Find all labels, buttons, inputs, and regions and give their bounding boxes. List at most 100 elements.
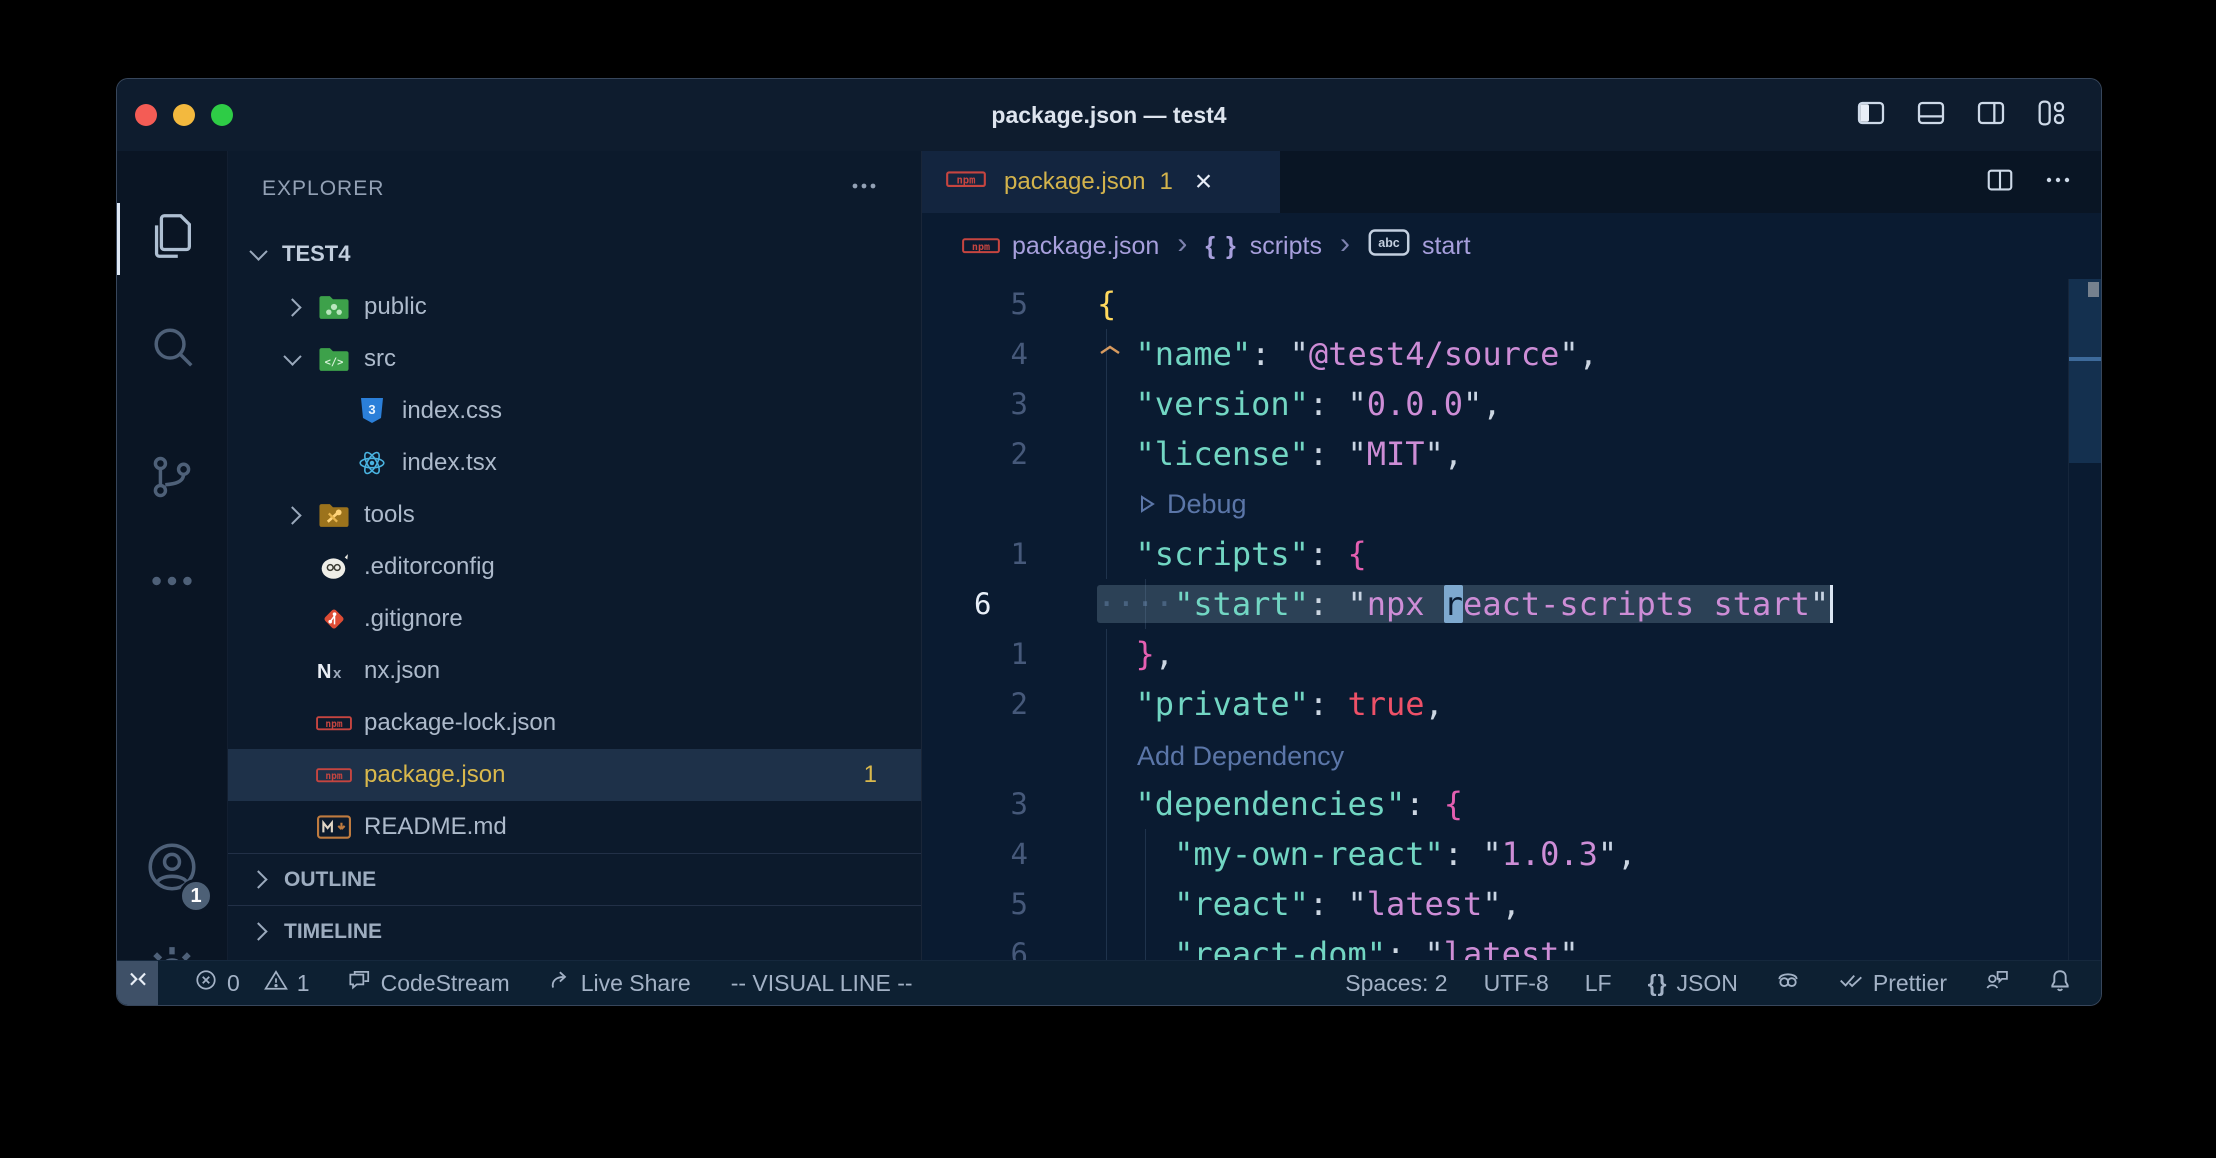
svg-text:npm: npm	[325, 719, 342, 730]
tab-package-json[interactable]: npm package.json 1 ×	[922, 151, 1280, 213]
remote-indicator[interactable]	[117, 961, 158, 1005]
notifications-status[interactable]	[2047, 967, 2073, 999]
code-line[interactable]: 1 },	[922, 629, 2101, 679]
code-line[interactable]: 2 "license": "MIT",	[922, 429, 2101, 479]
copilot-status[interactable]	[1774, 966, 1802, 1000]
indent-guide	[1106, 729, 1107, 779]
code-line[interactable]: 4 "my-own-react": "1.0.3",	[922, 829, 2101, 879]
tree-item--editorconfig[interactable]: .editorconfig	[228, 541, 921, 593]
explorer-actions-icon[interactable]	[851, 173, 877, 205]
code-line[interactable]: 3 "dependencies": {	[922, 779, 2101, 829]
titlebar: package.json — test4	[117, 79, 2101, 151]
tree-item-nx-json[interactable]: Nxnx.json	[228, 645, 921, 697]
line-number[interactable]: 3	[922, 779, 1097, 829]
chevron-separator: ›	[1173, 227, 1191, 265]
toggle-sidebar-icon[interactable]	[1855, 97, 1887, 129]
split-editor-icon[interactable]	[1985, 165, 2015, 200]
editor-more-actions-icon[interactable]	[2045, 167, 2071, 198]
line-number[interactable]: 6	[922, 579, 1097, 629]
sidebar-item-explorer[interactable]	[117, 189, 227, 289]
close-window-button[interactable]	[135, 104, 157, 126]
line-number[interactable]: 6	[922, 929, 1097, 960]
problems-badge: 1	[864, 761, 877, 789]
tree-item-package-lock-json[interactable]: npmpackage-lock.json	[228, 697, 921, 749]
sidebar-item-more[interactable]	[117, 533, 227, 633]
codelens-line[interactable]: Add Dependency	[922, 729, 2101, 779]
encoding-status[interactable]: UTF-8	[1484, 970, 1549, 997]
breadcrumb-scripts[interactable]: { } scripts	[1205, 232, 1322, 261]
tree-item-tools[interactable]: tools	[228, 489, 921, 541]
line-number[interactable]: 4	[922, 829, 1097, 879]
files-icon	[145, 210, 199, 269]
tree-item-public[interactable]: public	[228, 281, 921, 333]
toggle-panel-icon[interactable]	[1915, 97, 1947, 129]
section-label: OUTLINE	[284, 868, 376, 892]
line-number[interactable]	[922, 479, 1097, 529]
line-number[interactable]: 1	[922, 629, 1097, 679]
tree-item-readme-md[interactable]: README.md	[228, 801, 921, 853]
tree-item--gitignore[interactable]: .gitignore	[228, 593, 921, 645]
liveshare-status[interactable]: Live Share	[546, 967, 691, 999]
codelens-action[interactable]: Add Dependency	[1097, 731, 1344, 781]
zoom-window-button[interactable]	[211, 104, 233, 126]
indentation-status[interactable]: Spaces: 2	[1345, 970, 1447, 997]
editor-scrollbar[interactable]	[2068, 279, 2101, 960]
line-number[interactable]: 4	[922, 329, 1097, 379]
indent-guide	[1106, 629, 1107, 679]
prettier-status[interactable]: Prettier	[1838, 967, 1947, 999]
line-content: "private": true,	[1097, 679, 2101, 729]
play-icon	[1137, 492, 1157, 516]
code-line[interactable]: 5 "react": "latest",	[922, 879, 2101, 929]
code-line[interactable]: 6····"start": "npx react-scripts start"	[922, 579, 2101, 629]
problems-status[interactable]: 0 1	[194, 968, 310, 998]
file-label: .gitignore	[364, 605, 921, 633]
eol-status[interactable]: LF	[1585, 970, 1612, 997]
line-number[interactable]: 1	[922, 529, 1097, 579]
git-icon	[316, 604, 352, 634]
code-line[interactable]: 3 "version": "0.0.0",	[922, 379, 2101, 429]
sidebar-section-outline[interactable]: OUTLINE	[228, 853, 921, 905]
file-tree: TEST4public</>src3index.cssindex.tsxtool…	[228, 227, 921, 853]
sidebar-section-timeline[interactable]: TIMELINE	[228, 905, 921, 957]
feedback-icon	[1983, 966, 2011, 1000]
tree-item-package-json[interactable]: npmpackage.json1	[228, 749, 921, 801]
codelens-action[interactable]: Debug	[1097, 479, 1247, 529]
toggle-secondary-sidebar-icon[interactable]	[1975, 97, 2007, 129]
sidebar-item-search[interactable]	[117, 299, 227, 399]
line-content: ····"start": "npx react-scripts start"	[1097, 579, 2101, 629]
line-number[interactable]: 5	[922, 279, 1097, 329]
vim-mode[interactable]: -- VISUAL LINE --	[731, 970, 913, 997]
svg-text:npm: npm	[956, 175, 975, 187]
breadcrumb-start[interactable]: abc start	[1368, 229, 1471, 263]
feedback-status[interactable]	[1983, 966, 2011, 1000]
codelens-line[interactable]: Debug	[922, 479, 2101, 529]
sidebar-item-source-control[interactable]	[117, 429, 227, 529]
code-line[interactable]: 2 "private": true,	[922, 679, 2101, 729]
language-status[interactable]: {} JSON	[1648, 970, 1738, 997]
code-line[interactable]: 4 "name": "@test4/source",	[922, 329, 2101, 379]
close-tab-icon[interactable]: ×	[1195, 167, 1213, 197]
code-line[interactable]: 6 "react-dom": "latest",	[922, 929, 2101, 960]
chevron-down-icon	[283, 347, 301, 365]
codestream-status[interactable]: CodeStream	[346, 967, 510, 999]
line-number[interactable]: 5	[922, 879, 1097, 929]
tree-item-index-css[interactable]: 3index.css	[228, 385, 921, 437]
breadcrumb-file[interactable]: npm package.json	[962, 232, 1159, 261]
code-line[interactable]: 5{	[922, 279, 2101, 329]
code-line[interactable]: 1 "scripts": {	[922, 529, 2101, 579]
traffic-lights	[135, 104, 233, 126]
folder-tools-icon	[316, 502, 352, 529]
scrollbar-thumb[interactable]	[2069, 279, 2101, 463]
tree-root-test4[interactable]: TEST4	[228, 227, 921, 281]
line-number[interactable]: 2	[922, 679, 1097, 729]
tree-item-src[interactable]: </>src	[228, 333, 921, 385]
line-number[interactable]	[922, 729, 1097, 779]
code-area[interactable]: 5{4 "name": "@test4/source",3 "version":…	[922, 279, 2101, 960]
line-number[interactable]: 3	[922, 379, 1097, 429]
file-label: nx.json	[364, 657, 921, 685]
sidebar-item-accounts[interactable]: 1	[117, 819, 227, 919]
tree-item-index-tsx[interactable]: index.tsx	[228, 437, 921, 489]
minimize-window-button[interactable]	[173, 104, 195, 126]
line-number[interactable]: 2	[922, 429, 1097, 479]
customize-layout-icon[interactable]	[2035, 97, 2067, 129]
